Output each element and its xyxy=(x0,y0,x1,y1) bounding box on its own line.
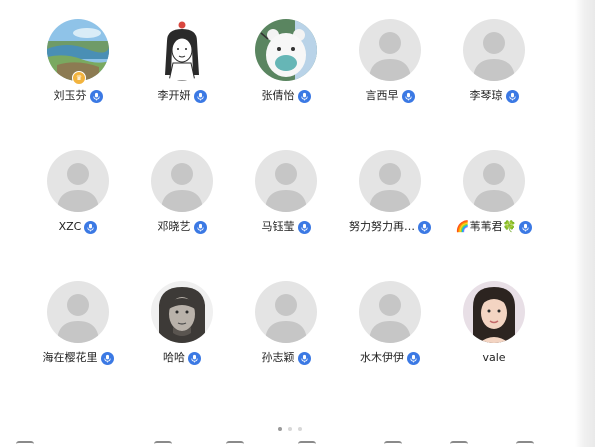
toolbar-icon-partial[interactable] xyxy=(450,441,468,447)
toolbar-icon-partial[interactable] xyxy=(298,441,316,447)
participant-name: 马钰莹 xyxy=(261,220,295,233)
panel-edge-shadow xyxy=(575,0,595,447)
bottom-toolbar-edge xyxy=(0,438,580,447)
avatar[interactable] xyxy=(359,281,421,343)
participant-tile[interactable]: 努力努力再… xyxy=(338,150,442,260)
avatar[interactable] xyxy=(359,150,421,212)
microphone-icon xyxy=(297,220,311,234)
participant-tile[interactable]: 李琴琼 xyxy=(442,19,546,129)
participant-tile[interactable]: 言西早 xyxy=(338,19,442,129)
participant-name: 李琴琼 xyxy=(469,89,503,102)
microphone-icon xyxy=(505,89,519,103)
participant-name-row: 言西早 xyxy=(338,87,442,105)
participant-name-row: 李琴琼 xyxy=(442,87,546,105)
participant-name: 努力努力再… xyxy=(349,220,415,233)
avatar[interactable] xyxy=(463,19,525,81)
participant-name-row: 刘玉芬 xyxy=(26,87,130,105)
participant-name-row: 🌈苇苇君🍀 xyxy=(442,218,546,236)
participant-name: 邓晓艺 xyxy=(157,220,191,233)
participant-name-row: 努力努力再… xyxy=(338,218,442,236)
participant-name: 言西早 xyxy=(365,89,399,102)
participant-name-row: 李开妍 xyxy=(130,87,234,105)
microphone-icon xyxy=(89,89,103,103)
participant-name: 哈哈 xyxy=(163,351,185,364)
toolbar-icon-partial[interactable] xyxy=(226,441,244,447)
microphone-icon xyxy=(297,351,311,365)
participant-name-row: XZC xyxy=(26,218,130,236)
toolbar-icon-partial[interactable] xyxy=(516,441,534,447)
participant-tile[interactable]: 张倩怡 xyxy=(234,19,338,129)
microphone-icon xyxy=(84,220,98,234)
microphone-icon xyxy=(100,351,114,365)
participant-tile[interactable]: 水木伊伊 xyxy=(338,281,442,391)
participant-name: 🌈苇苇君🍀 xyxy=(455,220,517,233)
participant-name-row: 哈哈 xyxy=(130,349,234,367)
toolbar-icon-partial[interactable] xyxy=(16,441,34,447)
microphone-icon xyxy=(519,220,533,234)
participant-tile[interactable]: 孙志颖 xyxy=(234,281,338,391)
page-dot[interactable] xyxy=(288,427,292,431)
participant-name: 海在樱花里 xyxy=(42,351,98,364)
participant-name: 李开妍 xyxy=(157,89,191,102)
microphone-icon xyxy=(188,351,201,365)
participant-grid-panel: ♛ 刘玉芬 李开妍 张倩怡 言西早 李琴琼 XZC 邓晓艺 马钰莹 努力努力再…… xyxy=(0,0,580,447)
participant-name-row: 海在樱花里 xyxy=(26,349,130,367)
microphone-icon xyxy=(407,351,420,365)
microphone-icon xyxy=(193,220,207,234)
page-indicator xyxy=(0,427,580,435)
participant-name: 水木伊伊 xyxy=(360,351,404,364)
toolbar-icon-partial[interactable] xyxy=(154,441,172,447)
avatar[interactable] xyxy=(47,281,109,343)
participant-name-row: vale xyxy=(442,349,546,367)
participant-name-row: 邓晓艺 xyxy=(130,218,234,236)
participant-tile[interactable]: 李开妍 xyxy=(130,19,234,129)
avatar[interactable] xyxy=(47,150,109,212)
microphone-icon xyxy=(418,220,431,234)
avatar[interactable] xyxy=(463,150,525,212)
participant-tile[interactable]: XZC xyxy=(26,150,130,260)
participant-tile[interactable]: 海在樱花里 xyxy=(26,281,130,391)
participant-name-row: 水木伊伊 xyxy=(338,349,442,367)
participant-tile[interactable]: ♛ 刘玉芬 xyxy=(26,19,130,129)
participant-name: XZC xyxy=(58,220,82,233)
avatar[interactable] xyxy=(255,150,317,212)
avatar[interactable] xyxy=(151,150,213,212)
avatar[interactable] xyxy=(255,19,317,81)
participant-name-row: 孙志颖 xyxy=(234,349,338,367)
avatar[interactable] xyxy=(151,19,213,81)
microphone-icon xyxy=(193,89,207,103)
participant-name: 孙志颖 xyxy=(261,351,295,364)
avatar[interactable] xyxy=(359,19,421,81)
participant-tile[interactable]: 🌈苇苇君🍀 xyxy=(442,150,546,260)
participant-tile[interactable]: 邓晓艺 xyxy=(130,150,234,260)
microphone-icon xyxy=(297,89,311,103)
microphone-icon xyxy=(401,89,415,103)
avatar[interactable] xyxy=(463,281,525,343)
participant-name: 张倩怡 xyxy=(261,89,295,102)
avatar[interactable] xyxy=(255,281,317,343)
participant-tile[interactable]: 哈哈 xyxy=(130,281,234,391)
participant-name-row: 张倩怡 xyxy=(234,87,338,105)
toolbar-icon-partial[interactable] xyxy=(384,441,402,447)
participant-tile[interactable]: vale xyxy=(442,281,546,391)
participant-tile[interactable]: 马钰莹 xyxy=(234,150,338,260)
page-dot[interactable] xyxy=(298,427,302,431)
page-dot[interactable] xyxy=(278,427,282,431)
participant-name: 刘玉芬 xyxy=(53,89,87,102)
participant-name: vale xyxy=(482,351,506,364)
avatar[interactable] xyxy=(151,281,213,343)
participant-name-row: 马钰莹 xyxy=(234,218,338,236)
host-badge-icon: ♛ xyxy=(72,71,86,85)
